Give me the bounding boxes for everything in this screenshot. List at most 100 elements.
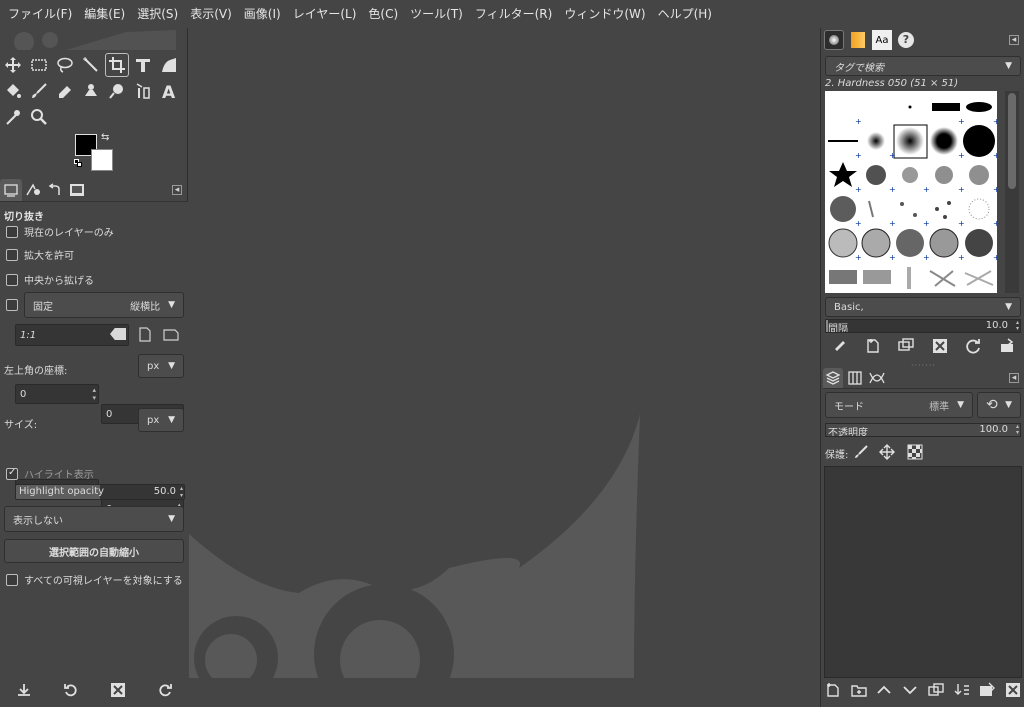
default-colors-icon[interactable] (74, 159, 82, 167)
lower-layer-icon[interactable] (902, 682, 918, 698)
lock-pixels-icon[interactable] (853, 444, 869, 460)
expand-from-center-checkbox[interactable] (6, 273, 18, 286)
fixed-checkbox[interactable] (6, 299, 18, 311)
zoom-tool-icon[interactable] (28, 106, 50, 128)
fixed-mode-dropdown[interactable]: 固定 縦横比 ▼ (24, 292, 184, 318)
position-unit-dropdown[interactable]: px ▼ (138, 354, 184, 378)
delete-brush-icon[interactable] (932, 338, 948, 354)
edit-brush-icon[interactable] (831, 338, 847, 354)
menu-layer[interactable]: レイヤー(L) (287, 0, 363, 28)
layer-opacity-slider[interactable]: 不透明度 100.0 ▴ ▾ (825, 423, 1021, 437)
color-picker-tool-icon[interactable] (2, 106, 24, 128)
landscape-icon[interactable] (163, 329, 179, 344)
panel-menu-icon[interactable]: ◂ (172, 185, 182, 195)
panel-menu-icon[interactable]: ◂ (1009, 35, 1019, 45)
text-tool-icon[interactable]: A (158, 80, 180, 102)
menu-windows[interactable]: ウィンドウ(W) (558, 0, 651, 28)
menu-help[interactable]: ヘルプ(H) (652, 0, 718, 28)
spin-arrows-icon[interactable]: ▴▾ (92, 386, 96, 402)
raise-layer-icon[interactable] (876, 682, 892, 698)
size-unit-dropdown[interactable]: px ▼ (138, 408, 184, 432)
new-layer-group-icon[interactable] (851, 682, 867, 698)
fuzzy-select-tool-icon[interactable] (80, 54, 102, 76)
brush-spacing-slider[interactable]: 間隔 10.0 ▴ ▾ (825, 319, 1021, 333)
lock-alpha-icon[interactable] (907, 444, 923, 460)
current-layer-only-checkbox[interactable] (6, 225, 18, 238)
refresh-brushes-icon[interactable] (965, 338, 981, 354)
delete-layer-icon[interactable] (1005, 682, 1021, 698)
brush-grid-scrollbar[interactable] (1005, 91, 1019, 293)
layer-composite-dropdown[interactable]: ⟲ ▼ (977, 392, 1021, 418)
lasso-tool-icon[interactable] (54, 54, 76, 76)
help-tab-icon[interactable]: ? (896, 30, 916, 50)
highlight-checkbox[interactable] (6, 467, 18, 480)
clone-tool-icon[interactable] (80, 80, 102, 102)
spin-arrows-icon[interactable]: ▴▾ (1016, 424, 1019, 436)
paths-tab-icon[interactable] (867, 368, 887, 388)
device-status-tab-icon[interactable] (22, 179, 44, 201)
menu-filters[interactable]: フィルター(R) (469, 0, 558, 28)
open-brush-as-image-icon[interactable] (999, 338, 1015, 354)
brushes-tab-icon[interactable] (824, 30, 844, 50)
reset-options-icon[interactable] (157, 682, 173, 698)
add-layer-mask-icon[interactable] (979, 682, 996, 698)
lock-position-icon[interactable] (879, 444, 895, 460)
allow-growing-row[interactable]: 拡大を許可 (6, 247, 74, 262)
spin-arrows-icon[interactable]: ▴▾ (1016, 320, 1019, 332)
undo-history-tab-icon[interactable] (44, 179, 66, 201)
scrollbar-thumb[interactable] (1008, 93, 1016, 189)
menu-select[interactable]: 選択(S) (131, 0, 184, 28)
smudge-tool-icon[interactable] (106, 80, 128, 102)
all-visible-layers-row[interactable]: すべての可視レイヤーを対象にする (6, 572, 183, 587)
paintbrush-tool-icon[interactable] (28, 80, 50, 102)
highlight-opacity-slider[interactable]: Highlight opacity 50.0 ▴ ▾ (15, 484, 185, 500)
dock-separator[interactable]: ······· (911, 361, 936, 370)
channels-tab-icon[interactable] (845, 368, 865, 388)
auto-shrink-button[interactable]: 選択範囲の自動縮小 (4, 539, 184, 563)
save-options-icon[interactable] (16, 682, 32, 698)
menu-tools[interactable]: ツール(T) (404, 0, 469, 28)
swap-colors-icon[interactable]: ⇆ (101, 132, 109, 143)
images-tab-icon[interactable] (66, 179, 88, 201)
layers-list[interactable] (824, 466, 1022, 678)
restore-options-icon[interactable] (63, 682, 79, 698)
menu-image[interactable]: 画像(I) (238, 0, 287, 28)
tool-options-tab-icon[interactable] (0, 179, 22, 201)
bucket-fill-tool-icon[interactable] (2, 80, 24, 102)
highlight-row[interactable]: ハイライト表示 (6, 466, 94, 481)
patterns-tab-icon[interactable] (848, 30, 868, 50)
background-color-swatch[interactable] (91, 149, 113, 171)
delete-options-icon[interactable] (110, 682, 126, 698)
merge-layer-icon[interactable] (954, 682, 970, 698)
panel-menu-icon[interactable]: ◂ (1009, 373, 1019, 383)
brush-tag-search[interactable]: タグで検索 ▼ (825, 56, 1021, 76)
fonts-tab-icon[interactable]: Aa (872, 30, 892, 50)
position-x-input[interactable]: 0 ▴ ▾ (15, 384, 99, 404)
expand-from-center-row[interactable]: 中央から拡げる (6, 272, 94, 287)
spin-arrows-icon[interactable]: ▴▾ (180, 485, 183, 499)
current-layer-only-row[interactable]: 現在のレイヤーのみ (6, 224, 114, 239)
menu-view[interactable]: 表示(V) (184, 0, 238, 28)
new-layer-icon[interactable] (825, 682, 841, 698)
warp-transform-tool-icon[interactable] (158, 54, 180, 76)
all-visible-layers-checkbox[interactable] (6, 573, 18, 586)
new-brush-icon[interactable] (865, 338, 881, 354)
fixed-checkbox-wrap[interactable] (6, 299, 18, 314)
brush-preset-dropdown[interactable]: Basic, ▼ (825, 297, 1021, 317)
duplicate-layer-icon[interactable] (928, 682, 944, 698)
rect-select-tool-icon[interactable] (28, 54, 50, 76)
layers-tab-icon[interactable] (823, 368, 843, 388)
crop-tool-icon[interactable] (105, 53, 129, 77)
empty-canvas[interactable] (189, 28, 820, 678)
menu-edit[interactable]: 編集(E) (78, 0, 131, 28)
guides-dropdown[interactable]: 表示しない ▼ (4, 506, 184, 532)
duplicate-brush-icon[interactable] (898, 338, 914, 354)
eraser-tool-icon[interactable] (54, 80, 76, 102)
portrait-icon[interactable] (139, 327, 151, 345)
brush-grid[interactable]: + + + + + + + + + + + + + + + + + + + + + + (825, 91, 997, 293)
menu-file[interactable]: ファイル(F) (2, 0, 78, 28)
dodge-burn-tool-icon[interactable] (132, 80, 154, 102)
allow-growing-checkbox[interactable] (6, 248, 18, 261)
layer-mode-dropdown[interactable]: モード 標準 ▼ (825, 392, 973, 418)
move-tool-icon[interactable] (2, 54, 24, 76)
